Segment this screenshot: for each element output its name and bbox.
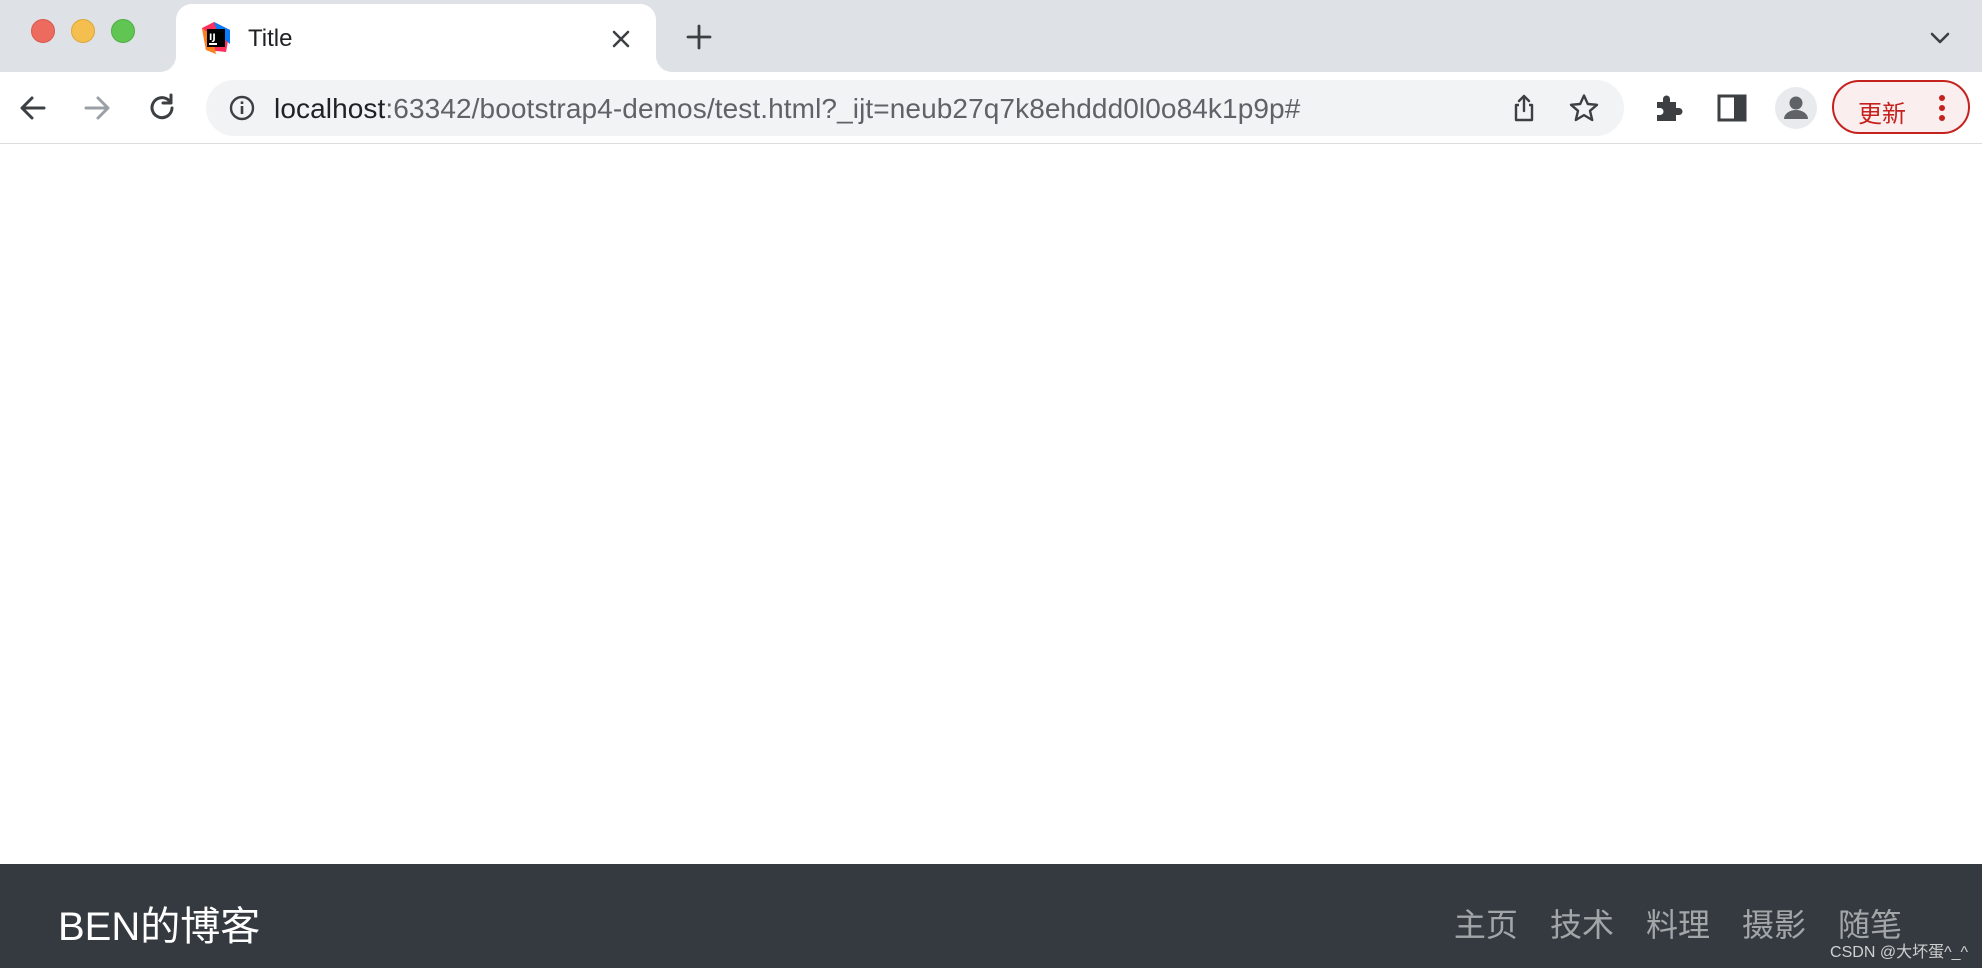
forward-arrow-icon[interactable] [79,90,115,126]
more-vert-icon [1939,95,1945,121]
chevron-down-icon[interactable] [1928,26,1952,50]
svg-text:IJ: IJ [209,33,216,43]
share-icon[interactable] [1508,92,1540,124]
extensions-puzzle-icon[interactable] [1650,90,1686,126]
update-label: 更新 [1858,101,1906,128]
update-button[interactable]: 更新 [1832,80,1970,134]
navbar-brand[interactable]: BEN的博客 [58,894,260,952]
url-text[interactable]: localhost:63342/bootstrap4-demos/test.ht… [274,93,1300,125]
nav-link-tech[interactable]: 技术 [1550,900,1614,946]
tab-strip: IJ Title [0,0,1982,72]
nav-link-photography[interactable]: 摄影 [1742,900,1806,946]
info-icon[interactable] [228,94,256,122]
profile-avatar-icon[interactable] [1774,86,1818,130]
nav-link-cooking[interactable]: 料理 [1646,900,1710,946]
back-arrow-icon[interactable] [15,90,51,126]
intellij-icon: IJ [202,22,230,54]
url-path: :63342/bootstrap4-demos/test.html?_ijt=n… [385,93,1301,124]
close-icon[interactable] [608,26,634,52]
bookmark-star-icon[interactable] [1568,92,1600,124]
window-close-button[interactable] [31,19,55,43]
active-tab[interactable]: IJ Title [176,4,656,72]
page-navbar: BEN的博客 主页 技术 料理 摄影 随笔 CSDN @大坏蛋^_^ [0,864,1982,968]
tab-title: Title [248,25,293,52]
window-minimize-button[interactable] [71,19,95,43]
nav-link-home[interactable]: 主页 [1454,900,1518,946]
browser-toolbar: localhost:63342/bootstrap4-demos/test.ht… [0,72,1982,144]
watermark: CSDN @大坏蛋^_^ [1830,944,1968,961]
reload-icon[interactable] [144,90,180,126]
url-host: localhost [274,93,386,124]
address-bar[interactable]: localhost:63342/bootstrap4-demos/test.ht… [206,80,1624,136]
new-tab-plus-icon[interactable] [684,22,714,52]
window-maximize-button[interactable] [111,19,135,43]
side-panel-icon[interactable] [1714,90,1750,126]
